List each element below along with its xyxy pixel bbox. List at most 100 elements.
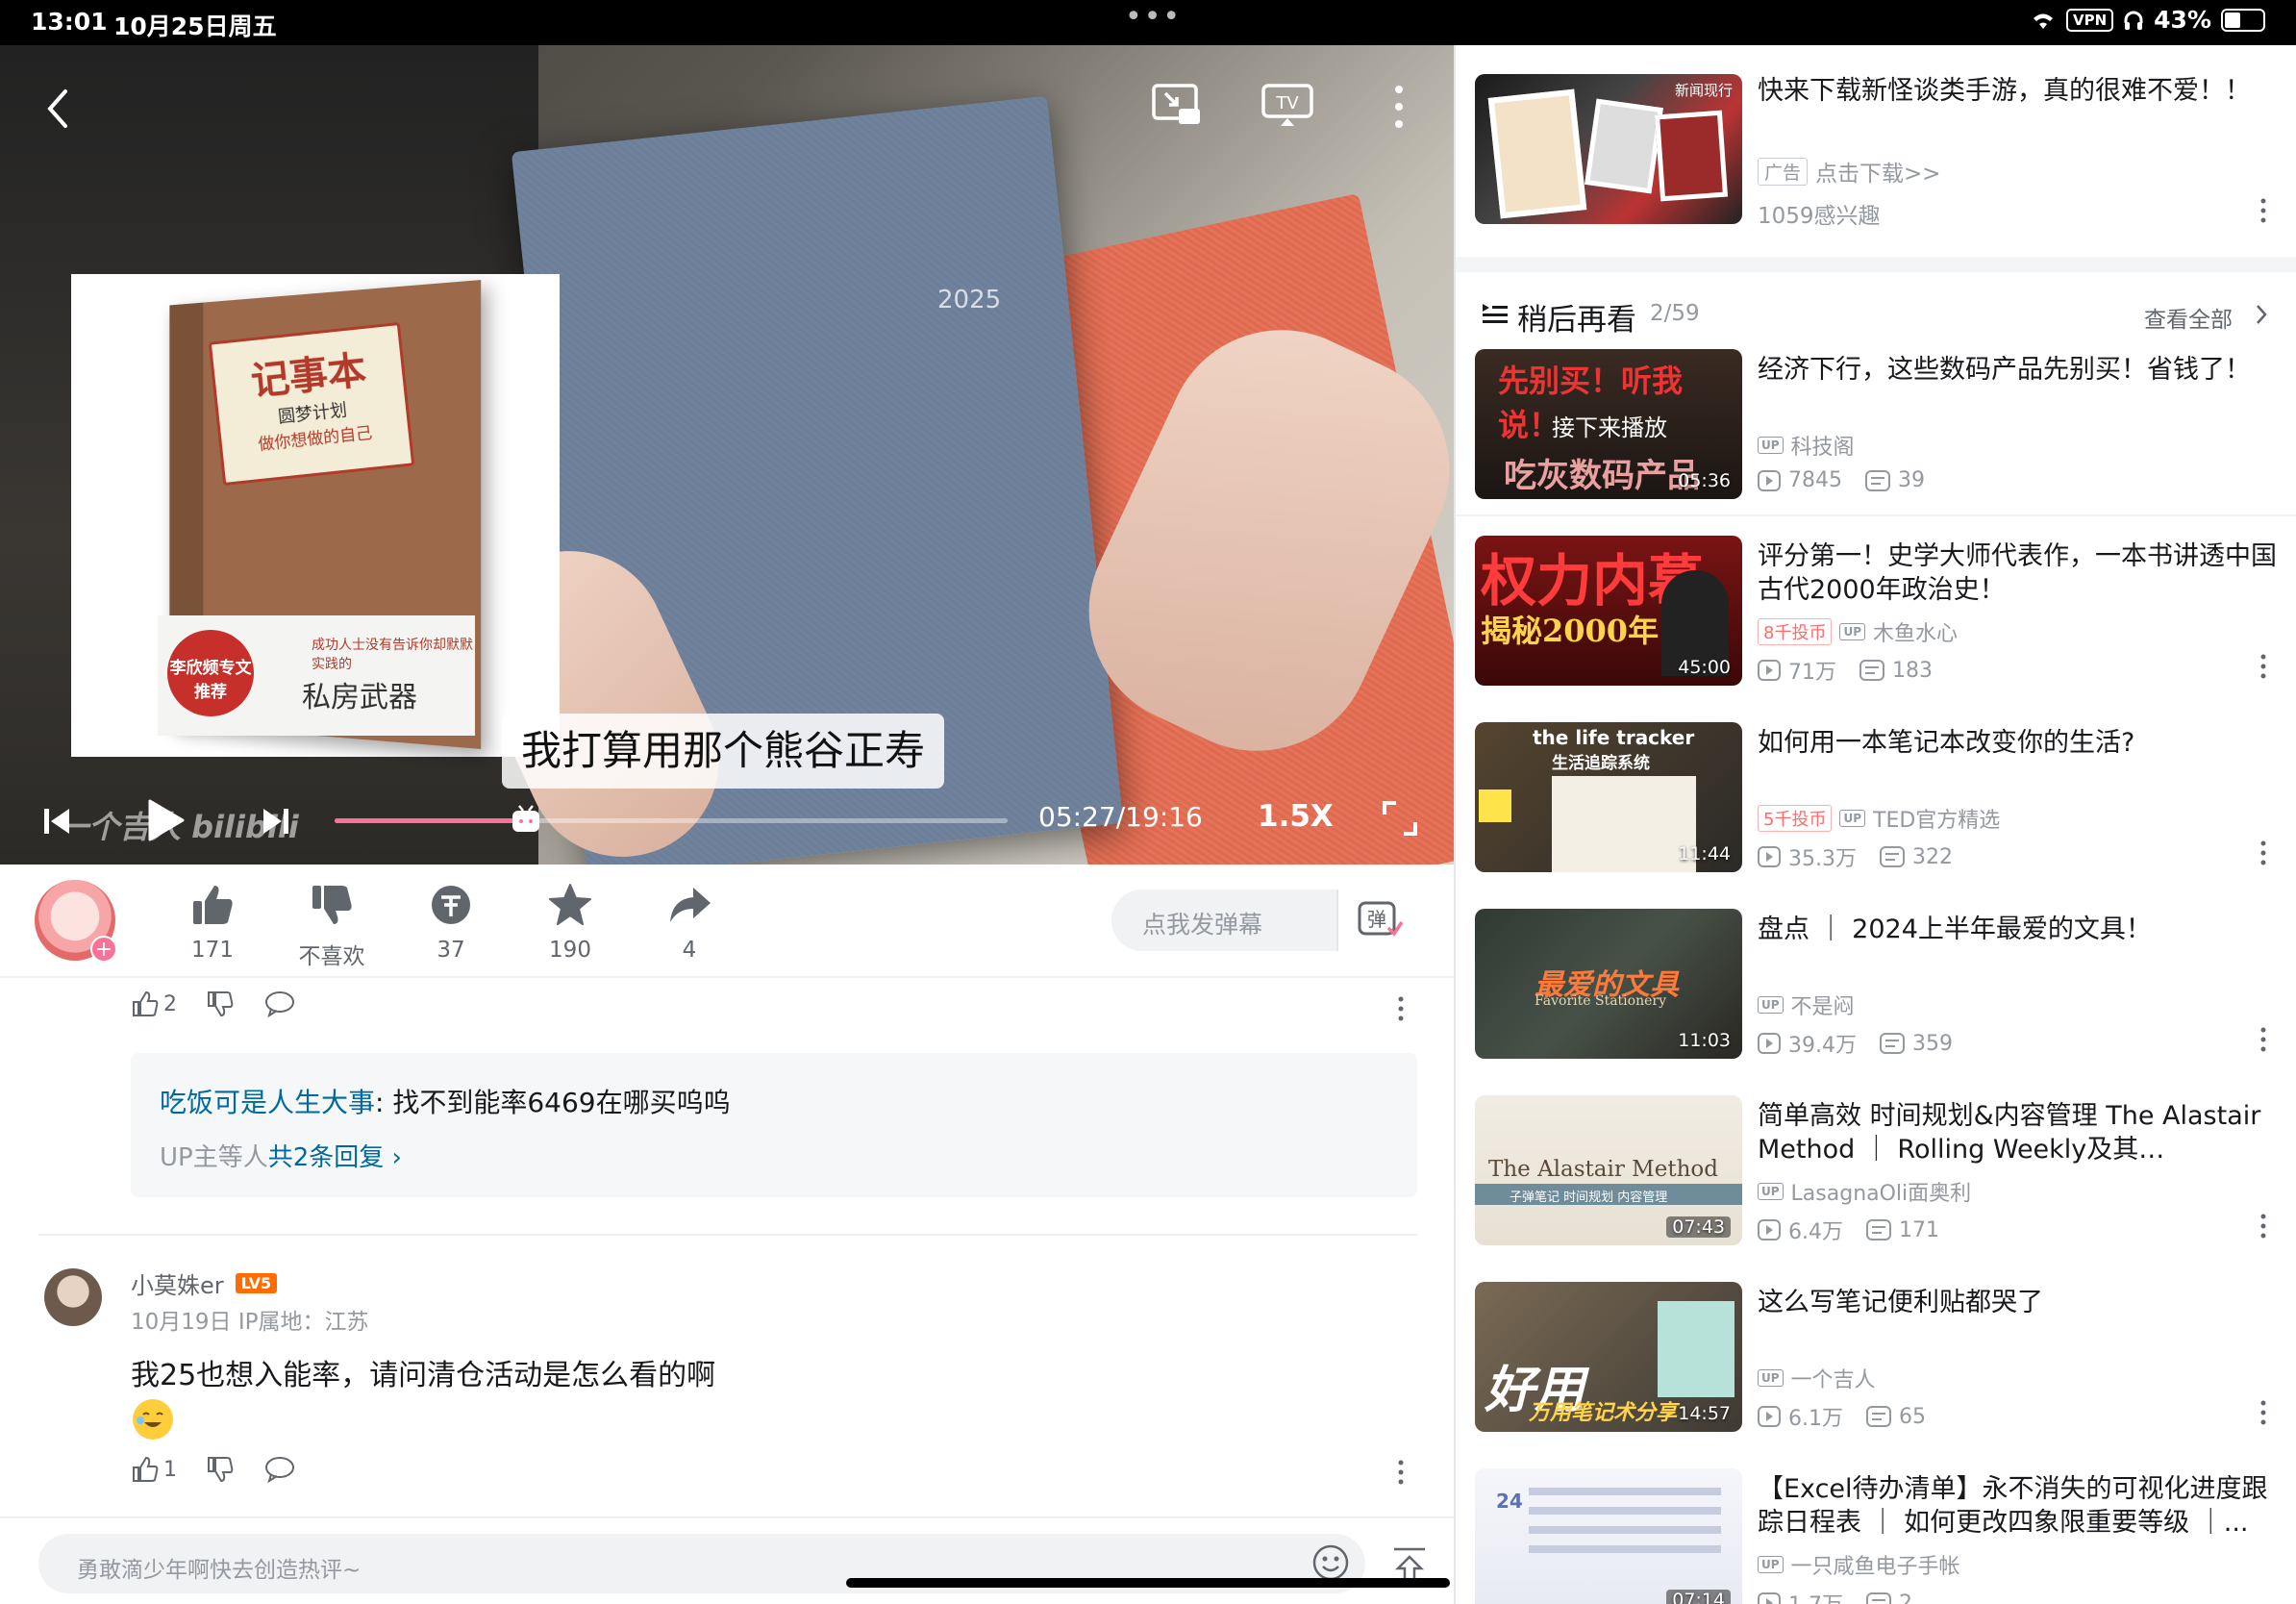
dislike-button[interactable]: 不喜欢 [279, 882, 385, 970]
tv-cast-icon[interactable]: TV [1260, 80, 1315, 130]
player-topbar: TV [0, 45, 1454, 161]
video-more-icon[interactable] [2259, 1026, 2267, 1053]
video-thumbnail[interactable]: the life tracker 生活追踪系统 11:44 [1475, 722, 1742, 872]
fullscreen-icon[interactable] [1381, 799, 1419, 838]
video-title[interactable]: 盘点 ｜ 2024上半年最爱的文具！ [1758, 913, 2277, 946]
video-thumbnail[interactable]: 24 07:14 [1475, 1468, 1742, 1604]
comment-like-count-2: 1 [163, 1457, 177, 1482]
reply-bubble-icon[interactable] [263, 1455, 296, 1484]
watch-later-count: 2/59 [1650, 301, 1700, 326]
ad-download-link[interactable]: 点击下载>> [1815, 155, 1941, 188]
view-replies-link[interactable]: UP主等人共2条回复 › [160, 1138, 402, 1173]
share-button[interactable]: 4 [636, 882, 742, 963]
danmaku-count: 322 [1912, 844, 1953, 869]
reply-preview-box[interactable]: 吃饭可是人生大事: 找不到能率6469在哪买呜呜 UP主等人共2条回复 › [131, 1053, 1417, 1197]
favorite-button[interactable]: 190 [517, 882, 623, 963]
video-thumbnail[interactable]: 最爱的文具 Favorite Stationery 11:03 [1475, 909, 1742, 1059]
video-thumbnail[interactable]: The Alastair Method 子弹笔记 时间规划 内容管理 07:43 [1475, 1095, 1742, 1245]
comment-more-icon-2[interactable] [1396, 1459, 1406, 1486]
reply-bubble-icon[interactable] [263, 990, 296, 1018]
book-image-overlay: 记事本 圆梦计划 做你想做的自己 成功人士没有告诉你却默默实践的 私房武器 李欣… [71, 274, 560, 757]
comment-meta: 10月19日 IP属地：江苏 [131, 1310, 369, 1335]
favorite-count: 190 [549, 938, 591, 963]
follow-plus-icon[interactable]: + [90, 936, 117, 963]
video-title[interactable]: 这么写笔记便利贴都哭了 [1758, 1286, 2277, 1319]
coin-button[interactable]: 37 [398, 882, 504, 963]
video-title[interactable]: 简单高效 时间规划&内容管理 The Alastair Method ｜ Rol… [1758, 1099, 2277, 1166]
play-count-icon [1758, 1406, 1781, 1427]
emoji-icon[interactable] [1311, 1543, 1350, 1582]
commenter-avatar[interactable] [44, 1268, 102, 1326]
view-count: 6.1万 [1788, 1407, 1843, 1431]
play-icon[interactable] [144, 797, 187, 843]
thumbs-down-outline-icon[interactable] [206, 1455, 235, 1484]
related-sidebar: 新闻现行 快来下载新怪谈类手游，真的很难不爱！！ 广告 点击下载>> 1059感… [1456, 45, 2296, 1604]
video-player[interactable]: 2025 TV 记事本 圆梦计划 做你想做的自己 成功人士没有告诉你却默默实践的… [0, 45, 1454, 865]
back-icon[interactable] [38, 80, 77, 138]
ad-badge: 广告 [1758, 157, 1809, 186]
battery-percent: 43% [2154, 6, 2211, 34]
video-title[interactable]: 经济下行，这些数码产品先别买！省钱了！ [1758, 353, 2277, 387]
up-badge-icon: UP [1839, 623, 1865, 640]
uploader-name[interactable]: LasagnaOli面奥利 [1791, 1176, 1972, 1207]
thumbs-up-outline-icon [133, 990, 159, 1016]
view-count: 39.4万 [1788, 1034, 1857, 1058]
danmaku-count-icon [1880, 1033, 1905, 1054]
video-more-icon[interactable] [2259, 1399, 2267, 1426]
ad-thumbnail[interactable]: 新闻现行 [1475, 74, 1742, 224]
danmaku-placeholder: 点我发弹幕 [1142, 911, 1263, 939]
uploader-name[interactable]: 木鱼水心 [1873, 616, 1958, 647]
coin-badge: 8千投币 [1758, 618, 1833, 645]
comments-section: 2 吃饭可是人生大事: 找不到能率6469在哪买呜呜 UP主等人共2条回复 › … [0, 978, 1454, 1516]
vpn-badge: VPN [2066, 8, 2114, 32]
watch-later-header: 稍后再看 2/59 查看全部 [1456, 272, 2296, 345]
comment-like-button-2[interactable]: 1 [131, 1455, 177, 1484]
progress-thumb-tv-icon[interactable] [510, 803, 542, 836]
comment-like-button[interactable]: 2 [131, 990, 177, 1018]
play-count-icon [1758, 1219, 1781, 1241]
ad-more-icon[interactable] [2259, 197, 2267, 224]
more-vertical-icon[interactable] [1385, 80, 1413, 134]
danmaku-count: 39 [1898, 468, 1925, 492]
comment-more-icon[interactable] [1396, 995, 1406, 1022]
playback-speed-button[interactable]: 1.5X [1258, 799, 1334, 834]
video-duration: 45:00 [1678, 657, 1731, 678]
thumbs-up-icon [193, 886, 233, 924]
send-up-icon[interactable] [1390, 1545, 1429, 1582]
video-title[interactable]: 【Excel待办清单】永不消失的可视化进度跟踪日程表 ｜ 如何更改四象限重要等级… [1758, 1472, 2277, 1540]
like-button[interactable]: 171 [160, 882, 265, 963]
reply-username[interactable]: 吃饭可是人生大事 [160, 1087, 375, 1118]
uploader-name[interactable]: 科技阁 [1791, 430, 1855, 461]
chevron-right-icon[interactable] [2254, 303, 2269, 326]
uploader-avatar[interactable]: + [35, 880, 117, 963]
video-thumbnail[interactable]: 好用 万用笔记术分享 14:57 [1475, 1282, 1742, 1432]
uploader-name[interactable]: 不是闷 [1791, 990, 1855, 1020]
coin-count: 37 [437, 938, 465, 963]
video-thumbnail[interactable]: 先别买！听我说！ 接下来播放 吃灰数码产品 05:36 [1475, 349, 1742, 499]
video-title[interactable]: 评分第一！史学大师代表作，一本书讲透中国古代2000年政治史！ [1758, 539, 2277, 607]
next-icon[interactable] [262, 805, 290, 838]
video-title[interactable]: 如何用一本笔记本改变你的生活? [1758, 726, 2277, 760]
multitask-dots-icon[interactable]: ••• [1125, 0, 1182, 34]
video-more-icon[interactable] [2259, 653, 2267, 680]
uploader-name[interactable]: TED官方精选 [1873, 803, 2000, 834]
video-more-icon[interactable] [2259, 840, 2267, 866]
video-thumbnail[interactable]: 权力内幕 揭秘2000年 45:00 [1475, 536, 1742, 686]
danmaku-count-icon [1859, 660, 1884, 681]
ad-title[interactable]: 快来下载新怪谈类手游，真的很难不爱！！ [1758, 74, 2277, 108]
video-duration: 14:57 [1678, 1403, 1731, 1424]
video-more-icon[interactable] [2259, 1213, 2267, 1240]
picture-in-picture-icon[interactable] [1150, 80, 1204, 130]
danmaku-toggle-button[interactable]: 弹 [1336, 890, 1415, 951]
thumbs-down-outline-icon[interactable] [206, 990, 235, 1018]
ad-card[interactable]: 新闻现行 快来下载新怪谈类手游，真的很难不爱！！ 广告 点击下载>> 1059感… [1456, 45, 2296, 257]
progress-bar[interactable] [335, 805, 1008, 832]
view-count: 7845 [1788, 468, 1842, 492]
commenter-name[interactable]: 小莫姝er [131, 1266, 224, 1300]
uploader-name[interactable]: 一个吉人 [1791, 1363, 1876, 1393]
view-all-link[interactable]: 查看全部 [2144, 301, 2233, 334]
home-indicator[interactable] [846, 1578, 1450, 1588]
danmaku-input[interactable]: 点我发弹幕 弹 [1111, 890, 1415, 951]
uploader-name[interactable]: 一只咸鱼电子手帐 [1791, 1549, 1960, 1580]
previous-icon[interactable] [42, 805, 71, 838]
